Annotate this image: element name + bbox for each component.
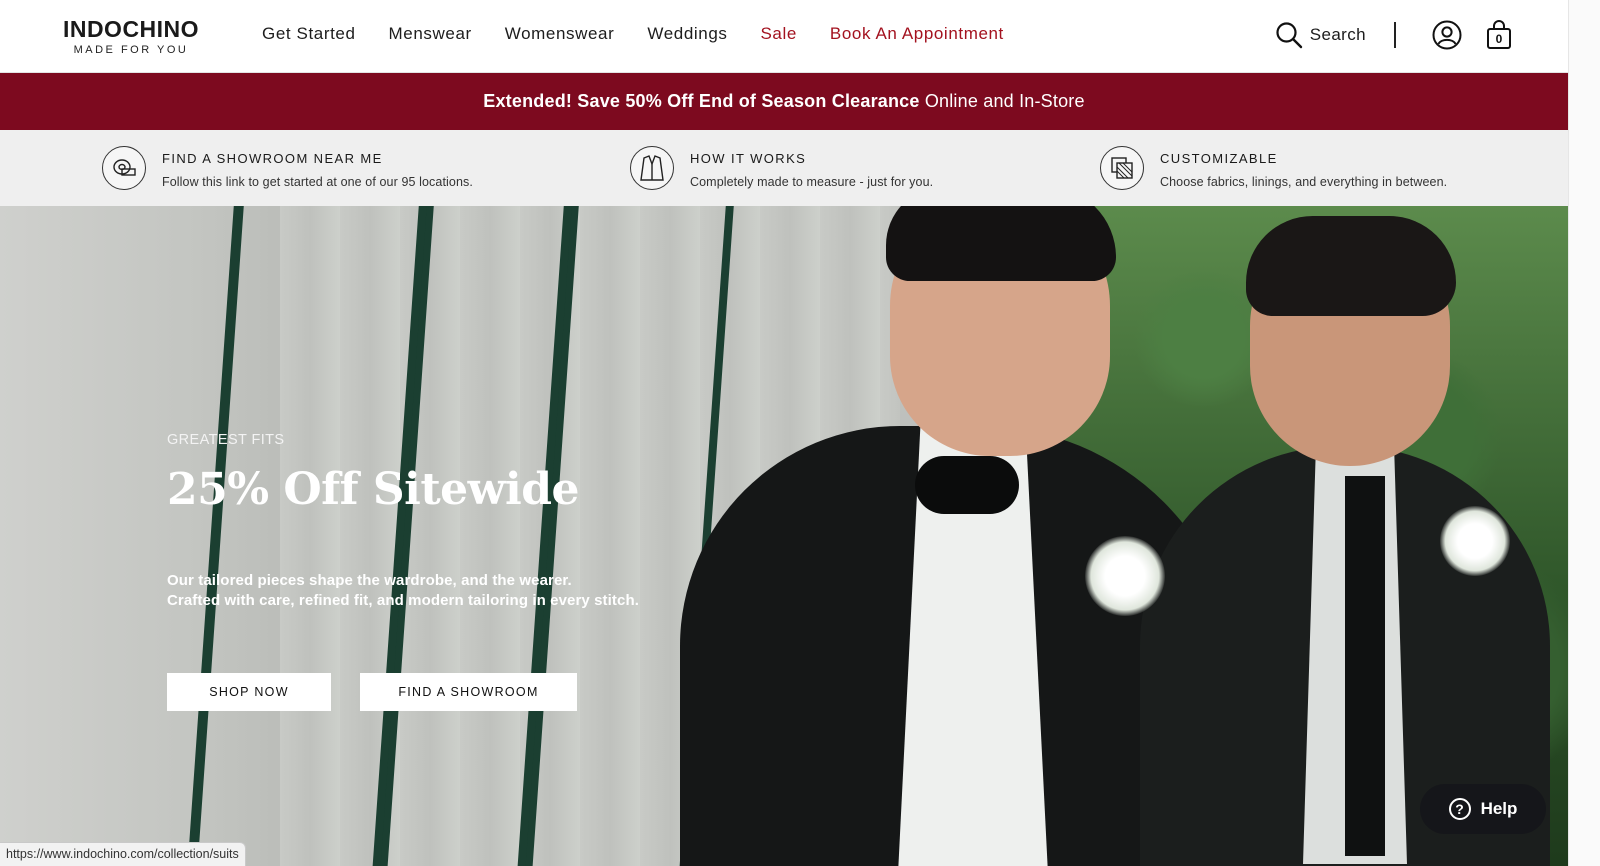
site-header: INDOCHINO MADE FOR YOU Get Started Mensw… (0, 0, 1568, 73)
feature-desc: Choose fabrics, linings, and everything … (1160, 175, 1448, 189)
page: INDOCHINO MADE FOR YOU Get Started Mensw… (0, 0, 1568, 866)
cart-count: 0 (1495, 32, 1503, 46)
help-button[interactable]: ? Help (1420, 784, 1546, 834)
measuring-tape-icon (102, 146, 146, 190)
cart-button[interactable]: 0 (1486, 20, 1512, 50)
feature-customizable[interactable]: CUSTOMIZABLE Choose fabrics, linings, an… (1100, 146, 1447, 190)
hero-photo-tie (1345, 476, 1385, 856)
feature-title: CUSTOMIZABLE (1160, 151, 1278, 166)
hero-photo-boutonniere (1440, 506, 1510, 576)
feature-desc: Follow this link to get started at one o… (162, 175, 473, 189)
question-mark-icon: ? (1448, 798, 1471, 820)
shop-now-button[interactable]: SHOP NOW (167, 673, 331, 711)
main-nav: Get Started Menswear Womenswear Weddings… (262, 24, 1037, 44)
page-scrollbar[interactable] (1568, 0, 1600, 866)
hero-ctas: SHOP NOW FIND A SHOWROOM (167, 673, 577, 711)
brand-logo[interactable]: INDOCHINO MADE FOR YOU (52, 16, 210, 56)
search-label: Search (1309, 25, 1366, 44)
nav-menswear[interactable]: Menswear (389, 24, 472, 44)
brand-tagline: MADE FOR YOU (73, 44, 189, 56)
feature-title: HOW IT WORKS (690, 151, 807, 166)
nav-womenswear[interactable]: Womenswear (505, 24, 615, 44)
features-strip: FIND A SHOWROOM NEAR ME Follow this link… (0, 130, 1568, 206)
feature-find-showroom[interactable]: FIND A SHOWROOM NEAR ME Follow this link… (102, 146, 473, 190)
nav-weddings[interactable]: Weddings (647, 24, 727, 44)
search-icon (1276, 22, 1302, 49)
hero-photo-bowtie (915, 456, 1019, 514)
feature-title: FIND A SHOWROOM NEAR ME (162, 151, 383, 166)
feature-how-it-works[interactable]: HOW IT WORKS Completely made to measure … (630, 146, 933, 190)
header-divider (1394, 22, 1396, 48)
hero-subtext-line: Our tailored pieces shape the wardrobe, … (167, 572, 572, 589)
hero-photo-boutonniere (1085, 536, 1165, 616)
hero-photo-hair (1246, 216, 1456, 316)
hero-subtext-line: Crafted with care, refined fit, and mode… (167, 592, 639, 609)
status-bar-url: https://www.indochino.com/collection/sui… (0, 842, 246, 866)
hero-subtext: Our tailored pieces shape the wardrobe, … (167, 571, 639, 611)
header-actions: Search 0 (1275, 20, 1512, 50)
suit-jacket-icon (630, 146, 674, 190)
promo-bold-text: Extended! Save 50% Off End of Season Cle… (483, 91, 920, 111)
nav-get-started[interactable]: Get Started (262, 24, 356, 44)
nav-book-appointment[interactable]: Book An Appointment (830, 24, 1004, 44)
promo-banner[interactable]: Extended! Save 50% Off End of Season Cle… (0, 73, 1568, 130)
hero-eyebrow: GREATEST FITS (167, 432, 285, 448)
hero-photo-hair (886, 206, 1116, 281)
brand-name: INDOCHINO (62, 16, 200, 42)
nav-sale[interactable]: Sale (760, 24, 796, 44)
search-button[interactable]: Search (1275, 21, 1366, 49)
hero-banner[interactable]: GREATEST FITS 25% Off Sitewide Our tailo… (0, 206, 1568, 866)
promo-rest-text: Online and In-Store (924, 91, 1085, 111)
fabric-swatch-icon (1100, 146, 1144, 190)
hero-copy: GREATEST FITS 25% Off Sitewide Our tailo… (167, 432, 639, 611)
hero-headline: 25% Off Sitewide (167, 464, 580, 515)
account-icon[interactable] (1432, 20, 1462, 50)
find-showroom-button[interactable]: FIND A SHOWROOM (360, 673, 577, 711)
help-label: Help (1480, 799, 1518, 818)
feature-desc: Completely made to measure - just for yo… (690, 175, 934, 189)
